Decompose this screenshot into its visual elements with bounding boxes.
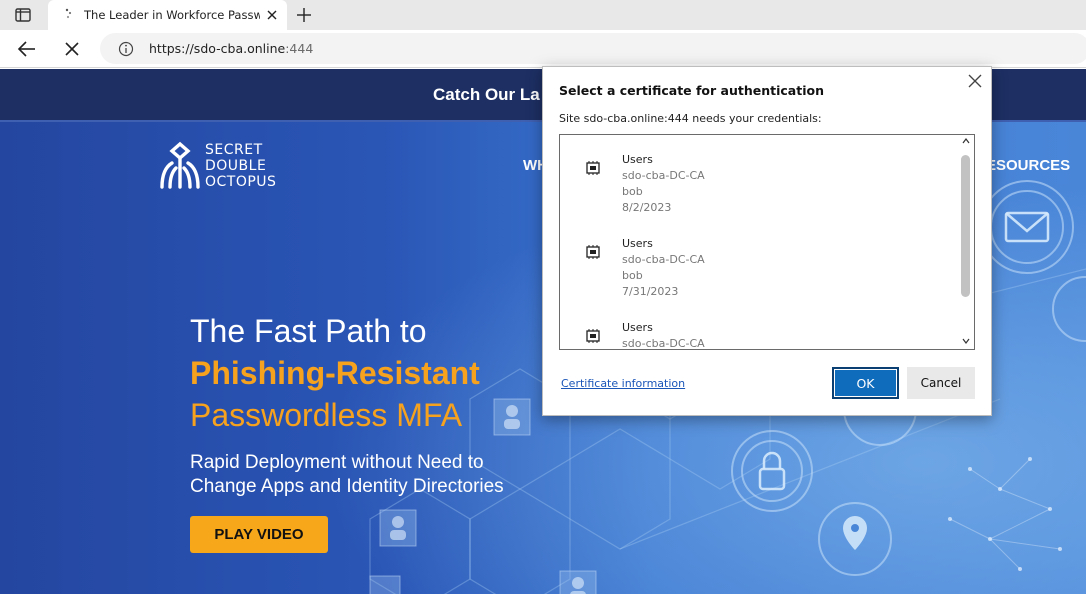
certificate-date: 7/31/2023 [622, 285, 679, 298]
ok-button[interactable]: OK [832, 367, 899, 399]
certificate-date: 8/2/2023 [622, 201, 672, 214]
certificate-dialog: Select a certificate for authentication … [542, 66, 992, 416]
banner-text: Catch Our La [433, 85, 540, 104]
certificate-information-link[interactable]: Certificate information [561, 377, 685, 390]
certificate-item[interactable]: Users sdo-cba-DC-CA bob 8/2/2023 [560, 147, 958, 231]
hero-heading-line1: The Fast Path to [190, 313, 427, 349]
scroll-down-arrow-icon[interactable] [962, 337, 970, 345]
site-logo[interactable]: SECRET DOUBLE OCTOPUS [160, 141, 277, 193]
tab-close-icon[interactable] [263, 6, 281, 24]
certificate-chip-icon [586, 245, 600, 259]
url-text: https://sdo-cba.online:444 [149, 41, 314, 56]
hero-heading-line2: Phishing-Resistant [190, 355, 480, 391]
tab-title: The Leader in Workforce Passwordless MFA [84, 8, 260, 22]
play-video-button[interactable]: PLAY VIDEO [190, 516, 328, 553]
certificate-user: bob [622, 185, 643, 198]
octopus-logo-icon [160, 141, 200, 189]
sidebar-icon [15, 8, 31, 22]
nav-item-resources[interactable]: ESOURCES [986, 157, 1070, 174]
certificate-list[interactable]: Users sdo-cba-DC-CA bob 8/2/2023 Users s… [559, 134, 975, 350]
new-tab-icon[interactable] [293, 5, 315, 25]
certificate-item[interactable]: Users sdo-cba-DC-CA [560, 315, 958, 350]
hero-subtitle-line1: Rapid Deployment without Need to [190, 452, 484, 473]
hero-subtitle-line2: Change Apps and Identity Directories [190, 476, 504, 497]
dialog-close-icon[interactable] [967, 73, 983, 89]
list-scrollbar[interactable] [958, 135, 974, 349]
browser-tab[interactable]: The Leader in Workforce Passwordless MFA [48, 0, 287, 30]
address-bar[interactable]: https://sdo-cba.online:444 [100, 33, 1086, 64]
loading-spinner-icon [65, 8, 72, 19]
tab-strip: The Leader in Workforce Passwordless MFA [0, 0, 1086, 30]
certificate-issuer: sdo-cba-DC-CA [622, 337, 705, 350]
dialog-description: Site sdo-cba.online:444 needs your crede… [559, 112, 822, 125]
hero-heading-line3: Passwordless MFA [190, 397, 463, 433]
certificate-issuer: sdo-cba-DC-CA [622, 253, 705, 266]
scroll-up-arrow-icon[interactable] [962, 137, 970, 145]
certificate-chip-icon [586, 161, 600, 175]
logo-wordmark: SECRET DOUBLE OCTOPUS [205, 142, 277, 190]
scrollbar-thumb[interactable] [961, 155, 970, 297]
tab-actions-button[interactable] [10, 5, 36, 25]
certificate-item[interactable]: Users sdo-cba-DC-CA bob 7/31/2023 [560, 231, 958, 315]
certificate-chip-icon [586, 329, 600, 343]
certificate-name: Users [622, 153, 653, 166]
certificate-name: Users [622, 321, 653, 334]
site-info-icon[interactable] [118, 41, 134, 57]
navigation-bar: https://sdo-cba.online:444 [0, 30, 1086, 68]
certificate-user: bob [622, 269, 643, 282]
certificate-name: Users [622, 237, 653, 250]
stop-loading-icon[interactable] [62, 39, 82, 59]
cancel-button[interactable]: Cancel [907, 367, 975, 399]
back-arrow-icon[interactable] [16, 39, 38, 59]
certificate-issuer: sdo-cba-DC-CA [622, 169, 705, 182]
dialog-title: Select a certificate for authentication [559, 83, 824, 98]
